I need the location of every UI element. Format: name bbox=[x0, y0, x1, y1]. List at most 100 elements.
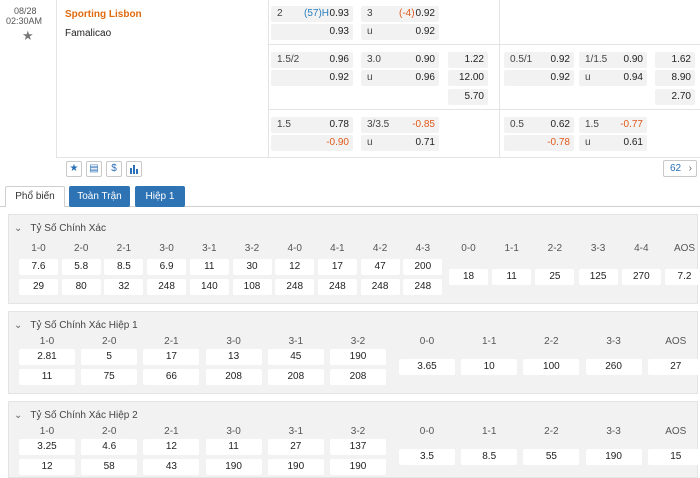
away-score-odds[interactable]: 190 bbox=[330, 459, 386, 475]
away-score-odds[interactable]: 43 bbox=[143, 459, 200, 475]
tab-full-match[interactable]: Toàn Trận bbox=[69, 186, 130, 207]
1x2-home-odds[interactable]: 1.62 bbox=[655, 52, 695, 68]
home-score-odds[interactable]: 12 bbox=[275, 259, 315, 275]
odds-cell[interactable]: 1.5 -0.77 bbox=[579, 117, 647, 133]
odds-cell[interactable]: u 0.96 bbox=[361, 70, 439, 86]
odds-cell[interactable]: 3/3.5 -0.85 bbox=[361, 117, 439, 133]
draw-score-odds[interactable]: 25 bbox=[535, 269, 575, 285]
odds-cell[interactable]: 1/1.5 0.90 bbox=[579, 52, 647, 68]
away-score-odds[interactable]: 208 bbox=[330, 369, 386, 385]
away-team[interactable]: Famalicao bbox=[65, 28, 111, 39]
section-title[interactable]: ⌄ Tỷ Số Chính Xác Hiệp 2 bbox=[14, 410, 138, 421]
away-score-odds[interactable]: 108 bbox=[232, 279, 272, 295]
odds-cell[interactable]: 0.92 bbox=[504, 70, 574, 86]
home-team[interactable]: Sporting Lisbon bbox=[65, 9, 142, 20]
section-title[interactable]: ⌄ Tỷ Số Chính Xác bbox=[14, 223, 106, 234]
away-score-odds[interactable]: 248 bbox=[403, 279, 443, 295]
away-score-odds[interactable]: 66 bbox=[143, 369, 200, 385]
odds-cell[interactable]: 3.0 0.90 bbox=[361, 52, 439, 68]
away-score-odds[interactable]: 248 bbox=[147, 279, 187, 295]
odds-cell[interactable]: u 0.92 bbox=[361, 24, 439, 40]
home-score-odds[interactable]: 190 bbox=[330, 349, 386, 365]
home-score-odds[interactable]: 6.9 bbox=[147, 259, 187, 275]
home-score-odds[interactable]: 11 bbox=[189, 259, 229, 275]
home-score-odds[interactable]: 47 bbox=[360, 259, 400, 275]
home-score-odds[interactable]: 27 bbox=[267, 439, 324, 455]
away-score-odds[interactable]: 140 bbox=[189, 279, 229, 295]
chevron-down-icon[interactable]: ⌄ bbox=[14, 223, 22, 234]
draw-score-odds[interactable]: 190 bbox=[585, 449, 642, 465]
1x2-home-odds[interactable]: 1.22 bbox=[448, 52, 488, 68]
odds-cell[interactable]: 2 (57)H 0.93 bbox=[271, 6, 353, 22]
draw-score-odds[interactable]: 260 bbox=[585, 359, 642, 375]
home-score-odds[interactable]: 12 bbox=[143, 439, 200, 455]
home-score-odds[interactable]: 17 bbox=[143, 349, 200, 365]
odds-cell[interactable]: 1.5/2 0.96 bbox=[271, 52, 353, 68]
draw-score-odds[interactable]: 18 bbox=[449, 269, 488, 285]
draw-score-odds[interactable]: 3.65 bbox=[399, 359, 455, 375]
draw-score-odds[interactable]: 125 bbox=[578, 269, 618, 285]
odds-cell[interactable]: 0.92 bbox=[271, 70, 353, 86]
home-score-odds[interactable]: 30 bbox=[232, 259, 272, 275]
draw-score-odds[interactable]: 270 bbox=[621, 269, 661, 285]
away-score-odds[interactable]: 29 bbox=[19, 279, 58, 295]
draw-score-odds[interactable]: 10 bbox=[461, 359, 518, 375]
odds-cell[interactable]: u 0.94 bbox=[579, 70, 647, 86]
away-score-odds[interactable]: 80 bbox=[61, 279, 101, 295]
away-score-odds[interactable]: 248 bbox=[275, 279, 315, 295]
home-score-odds[interactable]: 5 bbox=[81, 349, 138, 365]
home-score-odds[interactable]: 7.6 bbox=[19, 259, 58, 275]
tv-icon[interactable]: ▤ bbox=[86, 161, 102, 177]
home-score-odds[interactable]: 4.6 bbox=[81, 439, 138, 455]
section-title[interactable]: ⌄ Tỷ Số Chính Xác Hiệp 1 bbox=[14, 320, 138, 331]
odds-cell[interactable]: u 0.61 bbox=[579, 135, 647, 151]
draw-score-odds[interactable]: 15 bbox=[647, 449, 700, 465]
draw-score-odds[interactable]: 3.5 bbox=[399, 449, 455, 465]
draw-score-odds[interactable]: 100 bbox=[523, 359, 580, 375]
odds-cell[interactable]: 0.93 bbox=[271, 24, 353, 40]
chevron-down-icon[interactable]: ⌄ bbox=[14, 410, 22, 421]
favorite-star-icon[interactable]: ★ bbox=[22, 28, 34, 44]
away-score-odds[interactable]: 32 bbox=[104, 279, 144, 295]
away-score-odds[interactable]: 208 bbox=[267, 369, 324, 385]
home-score-odds[interactable]: 13 bbox=[205, 349, 262, 365]
draw-score-odds[interactable]: 27 bbox=[647, 359, 700, 375]
away-score-odds[interactable]: 11 bbox=[19, 369, 75, 385]
home-score-odds[interactable]: 200 bbox=[403, 259, 443, 275]
chevron-down-icon[interactable]: ⌄ bbox=[14, 320, 22, 331]
away-score-odds[interactable]: 58 bbox=[81, 459, 138, 475]
tab-popular[interactable]: Phổ biến bbox=[5, 186, 65, 207]
chart-icon[interactable] bbox=[126, 161, 142, 177]
home-score-odds[interactable]: 5.8 bbox=[61, 259, 101, 275]
home-score-odds[interactable]: 3.25 bbox=[19, 439, 75, 455]
home-score-odds[interactable]: 45 bbox=[267, 349, 324, 365]
draw-score-odds[interactable]: 55 bbox=[523, 449, 580, 465]
home-score-odds[interactable]: 137 bbox=[330, 439, 386, 455]
1x2-draw-odds[interactable]: 5.70 bbox=[448, 89, 488, 105]
away-score-odds[interactable]: 12 bbox=[19, 459, 75, 475]
odds-cell[interactable]: 0.5/1 0.92 bbox=[504, 52, 574, 68]
more-markets-button[interactable]: 62 › bbox=[663, 160, 697, 177]
away-score-odds[interactable]: 248 bbox=[360, 279, 400, 295]
1x2-draw-odds[interactable]: 2.70 bbox=[655, 89, 695, 105]
tab-first-half[interactable]: Hiệp 1 bbox=[135, 186, 185, 207]
1x2-away-odds[interactable]: 8.90 bbox=[655, 70, 695, 86]
star-icon[interactable]: ★ bbox=[66, 161, 82, 177]
1x2-away-odds[interactable]: 12.00 bbox=[448, 70, 488, 86]
home-score-odds[interactable]: 2.81 bbox=[19, 349, 75, 365]
odds-cell[interactable]: 3 (-4) 0.92 bbox=[361, 6, 439, 22]
away-score-odds[interactable]: 75 bbox=[81, 369, 138, 385]
draw-score-odds[interactable]: 8.5 bbox=[461, 449, 518, 465]
home-score-odds[interactable]: 17 bbox=[317, 259, 357, 275]
odds-cell[interactable]: u 0.71 bbox=[361, 135, 439, 151]
draw-score-odds[interactable]: 11 bbox=[492, 269, 532, 285]
home-score-odds[interactable]: 11 bbox=[205, 439, 262, 455]
odds-cell[interactable]: -0.78 bbox=[504, 135, 574, 151]
odds-cell[interactable]: 1.5 0.78 bbox=[271, 117, 353, 133]
odds-cell[interactable]: 0.5 0.62 bbox=[504, 117, 574, 133]
away-score-odds[interactable]: 208 bbox=[205, 369, 262, 385]
odds-cell[interactable]: -0.90 bbox=[271, 135, 353, 151]
draw-score-odds[interactable]: 7.2 bbox=[665, 269, 700, 285]
home-score-odds[interactable]: 8.5 bbox=[104, 259, 144, 275]
dollar-icon[interactable]: $ bbox=[106, 161, 122, 177]
